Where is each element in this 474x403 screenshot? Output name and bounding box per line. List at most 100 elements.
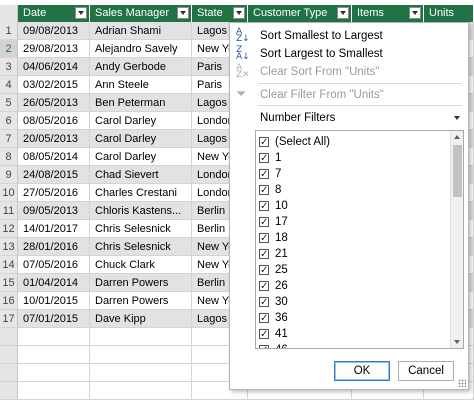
filter-values-list[interactable]: (Select All)17810171821252630364146: [255, 130, 464, 349]
filter-dropdown-button[interactable]: [409, 7, 421, 19]
row-number[interactable]: 11: [0, 202, 18, 220]
row-number[interactable]: 6: [0, 112, 18, 130]
sales-manager-cell[interactable]: Charles Crestani: [90, 184, 192, 202]
cancel-button[interactable]: Cancel: [398, 361, 454, 381]
row-number[interactable]: 2: [0, 40, 18, 58]
filter-value-item[interactable]: 26: [259, 278, 288, 295]
filter-dropdown-button[interactable]: [75, 7, 87, 19]
sales-manager-cell[interactable]: Ann Steele: [90, 76, 192, 94]
row-number[interactable]: [0, 364, 18, 382]
date-cell[interactable]: 04/06/2014: [18, 58, 90, 76]
filter-dropdown-button[interactable]: [337, 7, 349, 19]
sales-manager-cell[interactable]: Ben Peterman: [90, 94, 192, 112]
empty-cell[interactable]: [18, 328, 90, 346]
date-cell[interactable]: 01/04/2014: [18, 274, 90, 292]
checkbox-checked-icon[interactable]: [259, 135, 269, 151]
column-header-customer-type[interactable]: Customer Type: [248, 5, 352, 22]
column-header-sales-manager[interactable]: Sales Manager: [90, 5, 192, 22]
date-cell[interactable]: 08/05/2014: [18, 148, 90, 166]
filter-value-item[interactable]: 17: [259, 214, 288, 231]
empty-cell[interactable]: [18, 364, 90, 382]
date-cell[interactable]: 07/05/2016: [18, 256, 90, 274]
date-cell[interactable]: 28/01/2016: [18, 238, 90, 256]
row-number[interactable]: [0, 328, 18, 346]
sales-manager-cell[interactable]: Chloris Kastens...: [90, 202, 192, 220]
resize-grip-icon[interactable]: [458, 379, 466, 387]
checkbox-checked-icon[interactable]: [259, 183, 269, 199]
sales-manager-cell[interactable]: Darren Powers: [90, 292, 192, 310]
sales-manager-cell[interactable]: Chris Selesnick: [90, 238, 192, 256]
date-cell[interactable]: 14/01/2017: [18, 220, 90, 238]
sales-manager-cell[interactable]: Andy Gerbode: [90, 58, 192, 76]
filter-dropdown-button[interactable]: [233, 7, 245, 19]
scroll-thumb[interactable]: [453, 145, 462, 197]
column-header-date[interactable]: Date: [18, 5, 90, 22]
checkbox-checked-icon[interactable]: [259, 343, 269, 348]
row-number[interactable]: 4: [0, 76, 18, 94]
row-number[interactable]: 9: [0, 166, 18, 184]
filter-value-item[interactable]: 36: [259, 310, 288, 327]
row-number[interactable]: 5: [0, 94, 18, 112]
date-cell[interactable]: 10/01/2015: [18, 292, 90, 310]
filter-dropdown-button[interactable]: [177, 7, 189, 19]
sales-manager-cell[interactable]: Carol Darley: [90, 130, 192, 148]
empty-cell[interactable]: [18, 346, 90, 364]
checkbox-checked-icon[interactable]: [259, 295, 269, 311]
filter-value-item[interactable]: 8: [259, 182, 281, 199]
sales-manager-cell[interactable]: Chad Sievert: [90, 166, 192, 184]
checkbox-checked-icon[interactable]: [259, 215, 269, 231]
row-number[interactable]: 17: [0, 310, 18, 328]
sales-manager-cell[interactable]: Carol Darley: [90, 148, 192, 166]
date-cell[interactable]: 07/01/2015: [18, 310, 90, 328]
row-number[interactable]: 12: [0, 220, 18, 238]
filter-value-item[interactable]: 1: [259, 150, 281, 167]
filter-value-item[interactable]: 7: [259, 166, 281, 183]
filter-value-item[interactable]: 25: [259, 262, 288, 279]
column-header-state[interactable]: State: [192, 5, 248, 22]
sales-manager-cell[interactable]: Carol Darley: [90, 112, 192, 130]
date-cell[interactable]: 20/05/2013: [18, 130, 90, 148]
checkbox-checked-icon[interactable]: [259, 327, 269, 343]
row-number[interactable]: 13: [0, 238, 18, 256]
date-cell[interactable]: 08/05/2016: [18, 112, 90, 130]
row-number[interactable]: 3: [0, 58, 18, 76]
column-header-items[interactable]: Items: [352, 5, 424, 22]
filter-value-item[interactable]: 21: [259, 246, 288, 263]
filter-value-item[interactable]: 46: [259, 342, 288, 348]
row-number[interactable]: 8: [0, 148, 18, 166]
checkbox-checked-icon[interactable]: [259, 231, 269, 247]
row-number[interactable]: [0, 382, 18, 400]
filter-value-item[interactable]: 18: [259, 230, 288, 247]
filter-value-item[interactable]: 30: [259, 294, 288, 311]
sales-manager-cell[interactable]: Darren Powers: [90, 274, 192, 292]
date-cell[interactable]: 03/02/2015: [18, 76, 90, 94]
number-filters-item[interactable]: Number Filters: [230, 108, 468, 128]
date-cell[interactable]: 27/05/2016: [18, 184, 90, 202]
column-header-units[interactable]: Units: [424, 5, 474, 22]
sales-manager-cell[interactable]: Chuck Clark: [90, 256, 192, 274]
scroll-up-icon[interactable]: [454, 135, 460, 139]
checkbox-checked-icon[interactable]: [259, 279, 269, 295]
sales-manager-cell[interactable]: Chris Selesnick: [90, 220, 192, 238]
sales-manager-cell[interactable]: Adrian Shami: [90, 22, 192, 40]
row-number[interactable]: 10: [0, 184, 18, 202]
checkbox-checked-icon[interactable]: [259, 263, 269, 279]
checkbox-checked-icon[interactable]: [259, 151, 269, 167]
date-cell[interactable]: 29/08/2013: [18, 40, 90, 58]
ok-button[interactable]: OK: [334, 361, 390, 381]
row-number[interactable]: 7: [0, 130, 18, 148]
clear-sort-item[interactable]: A Z✕ Clear Sort From "Units": [230, 62, 468, 82]
corner-cell[interactable]: [0, 5, 18, 22]
empty-cell[interactable]: [90, 346, 192, 364]
checkbox-checked-icon[interactable]: [259, 199, 269, 215]
sales-manager-cell[interactable]: Dave Kipp: [90, 310, 192, 328]
list-scrollbar[interactable]: [450, 131, 463, 348]
empty-cell[interactable]: [90, 328, 192, 346]
filter-value-item[interactable]: 10: [259, 198, 288, 215]
row-number[interactable]: 16: [0, 292, 18, 310]
row-number[interactable]: 15: [0, 274, 18, 292]
date-cell[interactable]: 24/08/2015: [18, 166, 90, 184]
scroll-down-icon[interactable]: [454, 340, 460, 344]
date-cell[interactable]: 09/08/2013: [18, 22, 90, 40]
empty-cell[interactable]: [18, 382, 90, 400]
